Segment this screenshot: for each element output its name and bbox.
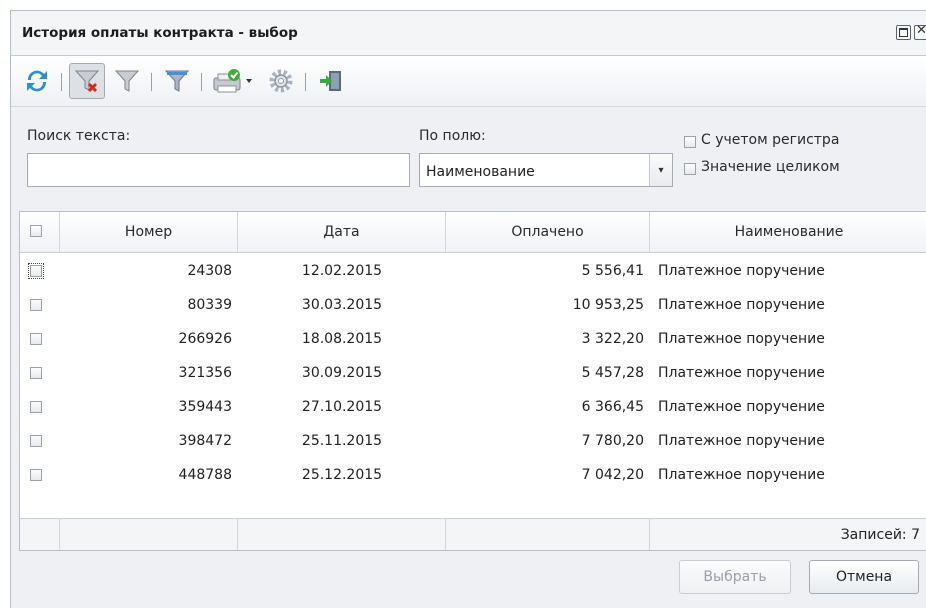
case-sensitive-checkbox[interactable] (684, 136, 696, 148)
cell-paid: 3 322,20 (581, 331, 644, 347)
header-paid[interactable]: Оплачено (446, 212, 650, 252)
maximize-icon (899, 28, 908, 37)
cell-paid: 6 366,45 (581, 399, 644, 415)
close-icon: ✕ (916, 23, 926, 38)
filter-settings-button[interactable] (159, 63, 195, 99)
table-row[interactable]: 448788 25.12.2015 7 042,20 Платежное пор… (20, 459, 926, 492)
cell-number: 321356 (178, 365, 232, 381)
field-select-value: Наименование (426, 164, 535, 180)
cell-name: Платежное поручение (658, 365, 825, 381)
search-input[interactable] (27, 153, 410, 187)
row-checkbox[interactable] (30, 435, 42, 447)
table-header: Номер Дата Оплачено Наименование (20, 212, 926, 253)
cell-paid: 5 556,41 (581, 263, 644, 279)
filter-settings-icon (164, 70, 190, 92)
field-label: По полю: (419, 128, 486, 144)
records-count: Записей: 7 (840, 527, 920, 543)
refresh-icon (27, 70, 47, 92)
clear-filter-icon (74, 70, 100, 93)
cell-name: Платежное поручение (658, 263, 825, 279)
chevron-down-icon[interactable]: ▾ (649, 154, 672, 186)
row-checkbox[interactable] (30, 333, 42, 345)
close-button[interactable]: ✕ (914, 23, 926, 40)
row-checkbox[interactable] (28, 263, 44, 279)
clear-filter-button[interactable] (69, 63, 105, 99)
cell-name: Платежное поручение (658, 467, 825, 483)
cell-name: Платежное поручение (658, 399, 825, 415)
cancel-button[interactable]: Отмена (809, 560, 919, 594)
dialog-window: История оплаты контракта - выбор ✕ Поиск… (10, 10, 926, 608)
maximize-button[interactable] (896, 25, 911, 40)
search-panel: Поиск текста: По полю: Наименование ▾ С … (11, 107, 926, 203)
header-date[interactable]: Дата (238, 212, 446, 252)
cell-number: 80339 (187, 297, 232, 313)
exit-icon (320, 71, 341, 91)
cell-paid: 7 042,20 (581, 467, 644, 483)
settings-button[interactable] (263, 63, 299, 99)
cell-paid: 10 953,25 (572, 297, 644, 313)
cell-number: 359443 (178, 399, 232, 415)
row-checkbox[interactable] (30, 469, 42, 481)
settings-icon (269, 69, 293, 93)
filter-button[interactable] (109, 63, 145, 99)
toolbar (11, 56, 926, 107)
cell-name: Платежное поручение (658, 433, 825, 449)
cell-date: 25.12.2015 (301, 467, 383, 483)
print-button[interactable] (209, 63, 257, 99)
cell-number: 398472 (178, 433, 232, 449)
cell-name: Платежное поручение (658, 297, 825, 313)
table-row[interactable]: 398472 25.11.2015 7 780,20 Платежное пор… (20, 425, 926, 458)
cell-paid: 7 780,20 (581, 433, 644, 449)
cell-paid: 5 457,28 (581, 365, 644, 381)
filter-icon (114, 70, 140, 92)
row-checkbox[interactable] (30, 401, 42, 413)
case-sensitive-label: С учетом регистра (701, 132, 840, 148)
cell-name: Платежное поручение (658, 331, 825, 347)
table-row[interactable]: 266926 18.08.2015 3 322,20 Платежное пор… (20, 323, 926, 356)
print-icon (213, 69, 252, 93)
cell-date: 30.03.2015 (301, 297, 383, 313)
cell-number: 24308 (187, 263, 232, 279)
table-row[interactable]: 321356 30.09.2015 5 457,28 Платежное пор… (20, 357, 926, 390)
field-select[interactable]: Наименование ▾ (419, 153, 673, 187)
whole-value-label: Значение целиком (701, 159, 840, 175)
refresh-button[interactable] (19, 63, 55, 99)
header-select-all[interactable] (20, 212, 60, 252)
window-title: История оплаты контракта - выбор (22, 25, 298, 41)
cell-date: 27.10.2015 (301, 399, 383, 415)
table-row[interactable]: 24308 12.02.2015 5 556,41 Платежное пору… (20, 255, 926, 288)
payments-table: Номер Дата Оплачено Наименование 24308 1… (19, 211, 926, 551)
select-button[interactable]: Выбрать (679, 560, 791, 594)
whole-value-checkbox[interactable] (684, 163, 696, 175)
header-number[interactable]: Номер (60, 212, 238, 252)
title-bar: История оплаты контракта - выбор ✕ (11, 11, 926, 56)
header-name[interactable]: Наименование (650, 212, 926, 252)
select-all-checkbox[interactable] (30, 225, 42, 237)
cell-date: 25.11.2015 (301, 433, 383, 449)
exit-button[interactable] (313, 63, 349, 99)
row-checkbox[interactable] (30, 367, 42, 379)
table-footer: Записей: 7 (20, 518, 926, 550)
table-row[interactable]: 359443 27.10.2015 6 366,45 Платежное пор… (20, 391, 926, 424)
cell-date: 18.08.2015 (301, 331, 383, 347)
search-text-label: Поиск текста: (27, 128, 131, 144)
cell-number: 448788 (178, 467, 232, 483)
cell-date: 30.09.2015 (301, 365, 383, 381)
row-checkbox[interactable] (30, 299, 42, 311)
table-row[interactable]: 80339 30.03.2015 10 953,25 Платежное пор… (20, 289, 926, 322)
cell-number: 266926 (178, 331, 232, 347)
cell-date: 12.02.2015 (301, 263, 383, 279)
